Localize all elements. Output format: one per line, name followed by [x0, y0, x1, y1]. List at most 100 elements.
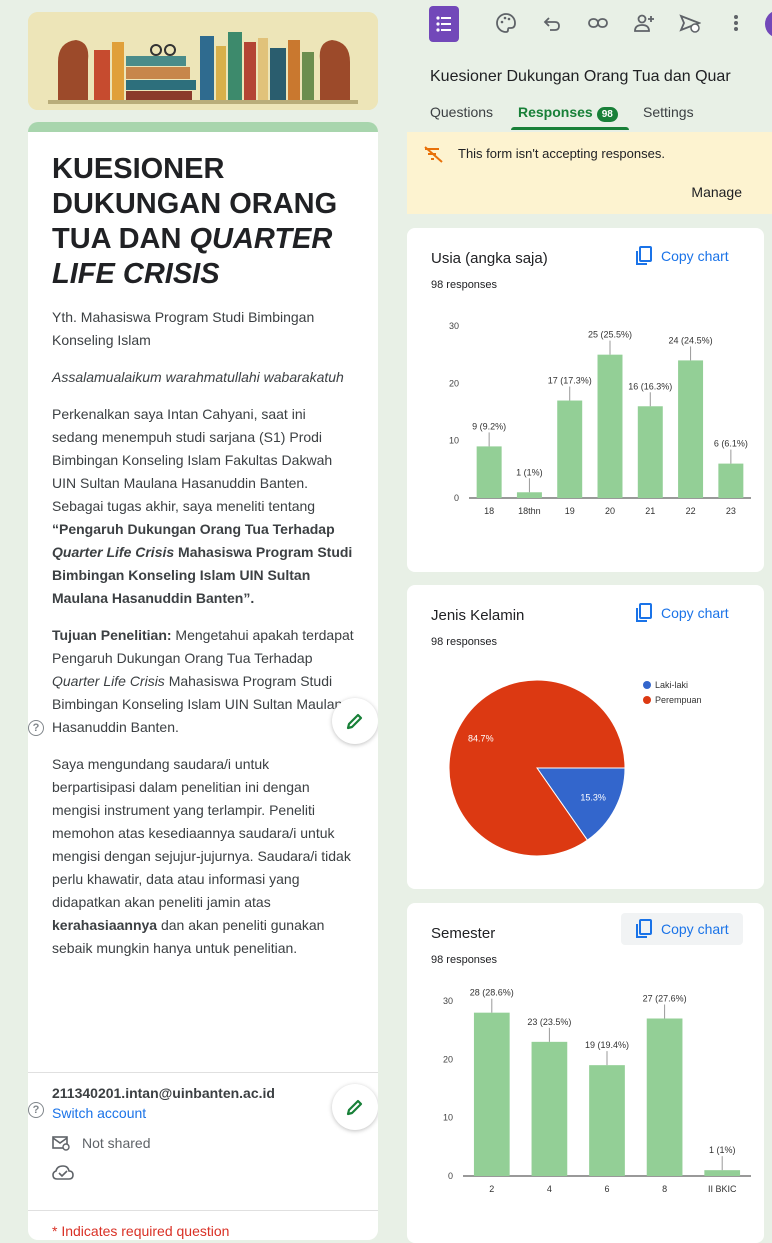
link-icon[interactable] [587, 12, 609, 34]
x-tick-label: 6 [604, 1184, 609, 1194]
data-label: 24 (24.5%) [669, 335, 713, 345]
y-tick-label: 10 [443, 1113, 453, 1123]
copy-chart-button[interactable]: Copy chart [635, 603, 729, 623]
data-label: 9 (9.2%) [472, 421, 506, 431]
x-tick-label: 23 [726, 506, 736, 516]
cloud-saved-row [52, 1165, 354, 1186]
y-tick-label: 30 [443, 996, 453, 1006]
pencil-icon [346, 1099, 363, 1116]
x-tick-label: 18 [484, 506, 494, 516]
data-label: 6 (6.1%) [714, 439, 748, 449]
more-vert-icon[interactable] [725, 12, 747, 34]
chart-card-usia: Usia (angka saja) 98 responses Copy char… [407, 228, 764, 572]
chart-title: Jenis Kelamin [431, 607, 525, 624]
tab-settings[interactable]: Settings [643, 104, 694, 120]
data-label: 17 (17.3%) [548, 376, 592, 386]
bar [589, 1065, 625, 1176]
form-invitation: Saya mengundang saudara/i untuk berparti… [52, 756, 351, 956]
edit-account-button[interactable] [332, 1084, 378, 1130]
slice-label: 15.3% [580, 792, 606, 802]
bar [704, 1170, 741, 1176]
x-tick-label: II BKIC [708, 1184, 737, 1194]
palette-icon[interactable] [495, 12, 517, 34]
y-tick-label: 0 [454, 493, 459, 503]
form-purpose: Tujuan Penelitian: Mengetahui apakah ter… [52, 627, 354, 735]
active-tab-indicator [511, 127, 629, 130]
undo-icon[interactable] [541, 12, 563, 34]
bar [473, 1012, 510, 1176]
y-tick-label: 10 [449, 436, 459, 446]
x-tick-label: 18thn [518, 506, 541, 516]
help-icon[interactable]: ? [28, 720, 44, 736]
manage-button[interactable]: Manage [691, 184, 742, 200]
x-tick-label: 20 [605, 506, 615, 516]
bar [531, 1041, 568, 1176]
pencil-icon [346, 713, 363, 730]
bar [718, 463, 744, 498]
data-label: 23 (23.5%) [527, 1017, 571, 1027]
form-header-card: Kuesioner Dukungan Orang Tua dan Quarter… [28, 122, 378, 1240]
x-tick-label: 22 [686, 506, 696, 516]
bar [557, 400, 583, 498]
data-label: 19 (19.4%) [585, 1040, 629, 1050]
data-label: 1 (1%) [709, 1145, 736, 1155]
form-title: Kuesioner Dukungan Orang Tua dan Quarter… [52, 153, 338, 290]
not-accepting-banner: This form isn't accepting responses. Man… [407, 132, 772, 214]
edit-description-button[interactable] [332, 698, 378, 744]
legend-label: Perempuan [655, 695, 702, 705]
forms-app-icon[interactable] [429, 6, 459, 42]
switch-account-link[interactable]: Switch account [52, 1105, 354, 1121]
tab-responses[interactable]: Responses 98 [518, 104, 618, 122]
bar [476, 446, 502, 498]
not-shared-row: Not shared [52, 1135, 354, 1151]
add-person-icon[interactable] [633, 12, 655, 34]
y-tick-label: 0 [448, 1171, 453, 1181]
form-intro: Perkenalkan saya Intan Cahyani, saat ini… [52, 406, 353, 606]
bar-chart-usia: 0 10 20 30 9 (9.2%) 18 1 (1%) 18thn 17 (17.3%) 19… [449, 321, 751, 516]
filter-off-icon [424, 146, 443, 163]
not-shared-label: Not shared [82, 1135, 151, 1151]
copy-icon [636, 603, 652, 622]
data-label: 25 (25.5%) [588, 330, 632, 340]
response-count-badge: 98 [596, 107, 618, 122]
send-icon[interactable] [679, 12, 701, 34]
y-tick-label: 30 [449, 321, 459, 331]
header-image-books [28, 12, 378, 110]
y-tick-label: 20 [449, 378, 459, 388]
form-greeting: Yth. Mahasiswa Program Studi Bimbingan K… [52, 309, 315, 348]
avatar[interactable] [765, 10, 772, 38]
chart-card-jenis-kelamin: Jenis Kelamin 98 responses Copy chart 15… [407, 585, 764, 889]
editor-toolbar [407, 0, 772, 48]
legend-swatch [643, 681, 651, 689]
required-note: * Indicates required question [28, 1210, 378, 1240]
chart-subtitle: 98 responses [431, 636, 498, 648]
form-salam: Assalamualaikum warahmatullahi wabarakat… [52, 369, 344, 385]
data-label: 1 (1%) [516, 467, 543, 477]
legend-label: Laki-laki [655, 680, 688, 690]
account-email: 211340201.intan@uinbanten.ac.id [52, 1085, 275, 1101]
copy-icon [636, 919, 652, 938]
x-tick-label: 4 [547, 1184, 552, 1194]
bar [637, 406, 663, 498]
x-tick-label: 2 [489, 1184, 494, 1194]
responses-editor: Kuesioner Dukungan Orang Tua dan Quar Qu… [407, 0, 772, 1243]
document-title[interactable]: Kuesioner Dukungan Orang Tua dan Quar [430, 68, 731, 86]
chart-subtitle: 98 responses [431, 954, 498, 966]
copy-icon [636, 246, 652, 265]
copy-chart-button[interactable]: Copy chart [621, 913, 743, 945]
data-label: 16 (16.3%) [628, 381, 672, 391]
bar [646, 1018, 683, 1176]
copy-chart-button[interactable]: Copy chart [635, 246, 729, 266]
data-label: 28 (28.6%) [470, 988, 514, 998]
tab-questions[interactable]: Questions [430, 104, 493, 120]
help-icon[interactable]: ? [28, 1102, 44, 1118]
data-label: 27 (27.6%) [643, 994, 687, 1004]
form-preview: Kuesioner Dukungan Orang Tua dan Quarter… [18, 8, 390, 1240]
cloud-done-icon [52, 1165, 74, 1180]
account-section: 211340201.intan@uinbanten.ac.id Switch a… [28, 1072, 378, 1186]
legend-swatch [643, 696, 651, 704]
bar [678, 360, 704, 498]
mail-off-icon [52, 1136, 70, 1151]
editor-tabs: Questions Responses 98 Settings [407, 100, 772, 130]
bar [597, 354, 623, 498]
